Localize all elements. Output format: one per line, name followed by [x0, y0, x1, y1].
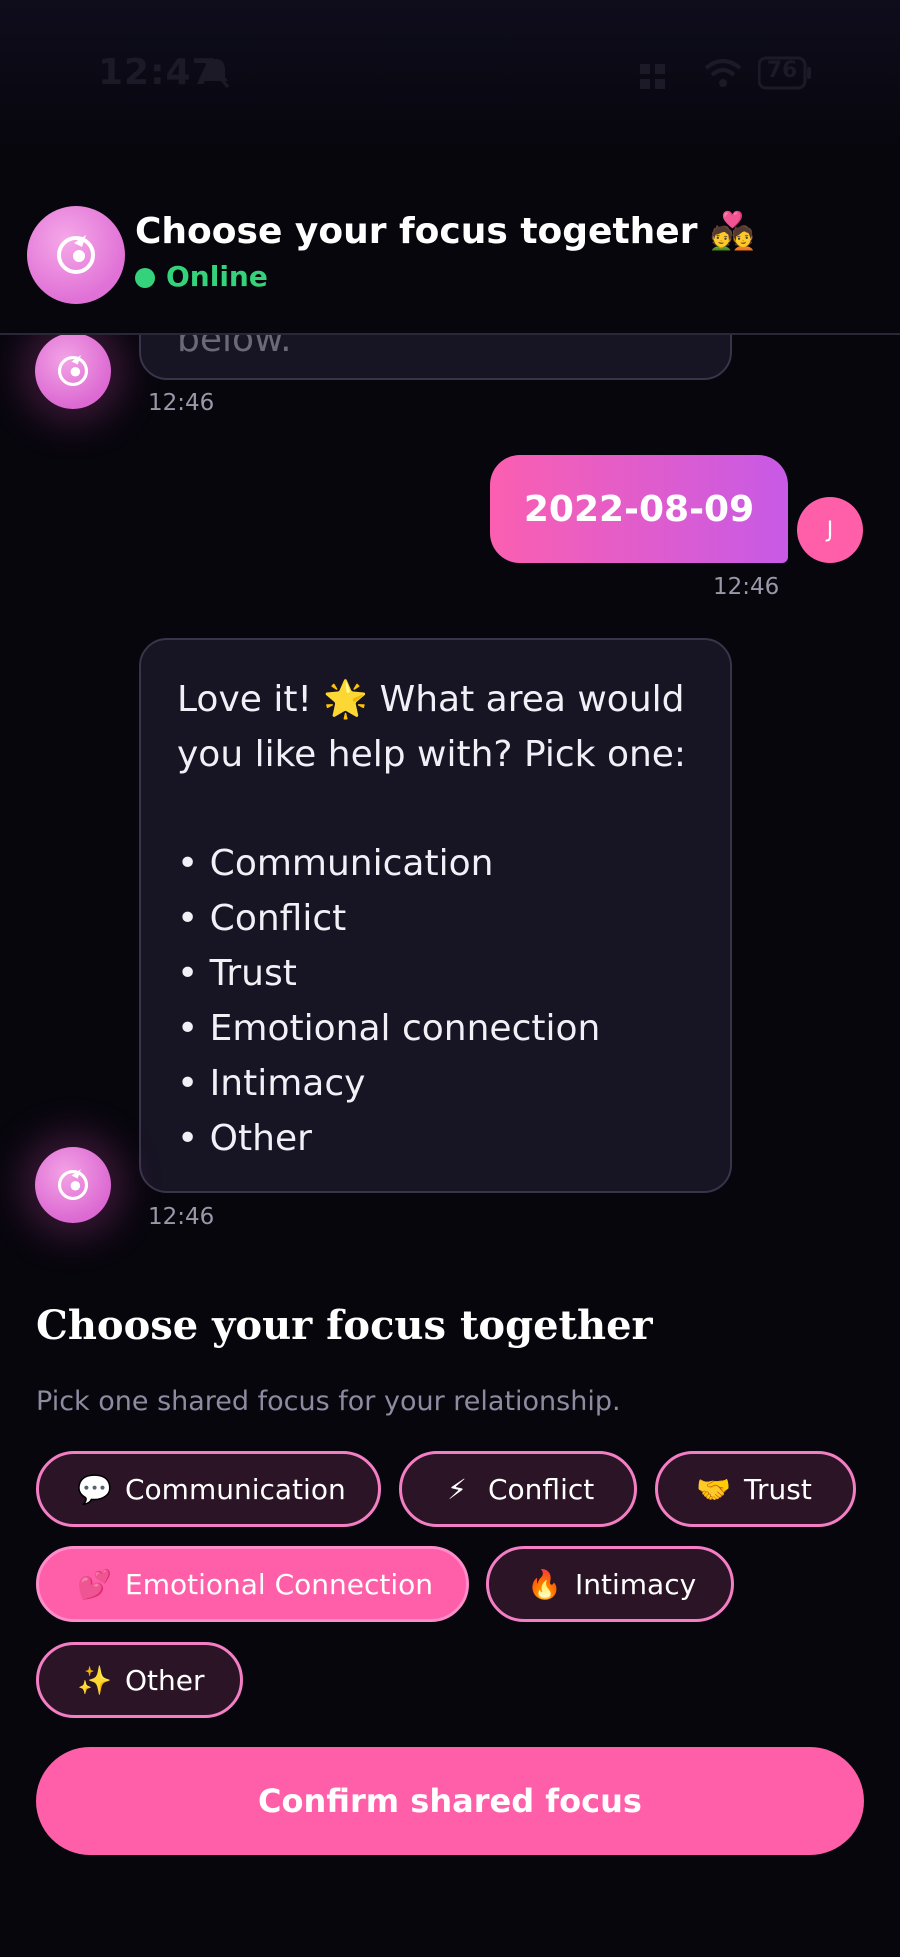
sparkles-icon: ✨	[77, 1663, 112, 1697]
hearts-icon: 💕	[77, 1567, 112, 1601]
message-text: Love it! 🌟 What area would you like help…	[177, 679, 687, 775]
chip-label: Other	[125, 1663, 205, 1697]
grid-icon	[640, 64, 665, 89]
chip-label: Emotional Connection	[125, 1567, 433, 1601]
list-item: • Conflict	[177, 898, 347, 939]
chat-title: Choose your focus together 💑	[135, 211, 755, 252]
chip-emotional-connection[interactable]: 💕 Emotional Connection	[36, 1546, 469, 1622]
list-item: • Intimacy	[177, 1063, 366, 1104]
chip-trust[interactable]: 🤝 Trust	[655, 1451, 856, 1527]
status-bar: 12:47 76	[0, 0, 900, 150]
list-item: • Communication	[177, 843, 494, 884]
battery-level: 76	[766, 58, 798, 83]
user-avatar-letter: J	[826, 517, 834, 543]
focus-subtitle: Pick one shared focus for your relations…	[36, 1386, 621, 1417]
message-time: 12:46	[148, 1204, 215, 1230]
list-item: • Emotional connection	[177, 1008, 601, 1049]
speech-bubble-icon: 💬	[77, 1472, 112, 1506]
unicorn-icon	[57, 1169, 89, 1201]
bot-avatar[interactable]	[35, 1147, 111, 1223]
lightning-icon: ⚡	[447, 1472, 467, 1506]
fire-icon: 🔥	[527, 1567, 562, 1601]
online-status-dot	[135, 268, 155, 288]
message-time: 12:46	[148, 390, 215, 416]
bot-message-bubble: Love it! 🌟 What area would you like help…	[139, 638, 732, 1193]
chip-intimacy[interactable]: 🔥 Intimacy	[486, 1546, 734, 1622]
user-avatar[interactable]: J	[797, 497, 863, 563]
bot-avatar[interactable]	[35, 333, 111, 409]
chip-label: Trust	[744, 1472, 812, 1506]
confirm-focus-button[interactable]: Confirm shared focus	[36, 1747, 864, 1855]
chip-label: Conflict	[488, 1472, 595, 1506]
user-message-bubble: 2022-08-09	[490, 455, 788, 563]
chip-other[interactable]: ✨ Other	[36, 1642, 243, 1718]
message-text: 2022-08-09	[523, 488, 755, 530]
bell-muted-icon	[202, 58, 230, 88]
list-item: • Other	[177, 1118, 312, 1159]
focus-list: • Communication • Conflict • Trust • Emo…	[177, 836, 694, 1166]
chip-communication[interactable]: 💬 Communication	[36, 1451, 381, 1527]
bot-avatar[interactable]	[27, 206, 125, 304]
focus-title: Choose your focus together	[36, 1302, 653, 1349]
unicorn-icon	[57, 355, 89, 387]
wifi-icon	[704, 59, 742, 87]
chip-label: Intimacy	[575, 1567, 697, 1601]
handshake-icon: 🤝	[696, 1472, 731, 1506]
chat-header: Choose your focus together 💑 Online	[0, 190, 900, 335]
chip-conflict[interactable]: ⚡ Conflict	[399, 1451, 637, 1527]
chip-label: Communication	[125, 1472, 346, 1506]
list-item: • Trust	[177, 953, 297, 994]
unicorn-icon	[57, 235, 95, 274]
message-time: 12:46	[713, 574, 780, 600]
online-status: Online	[166, 260, 268, 293]
